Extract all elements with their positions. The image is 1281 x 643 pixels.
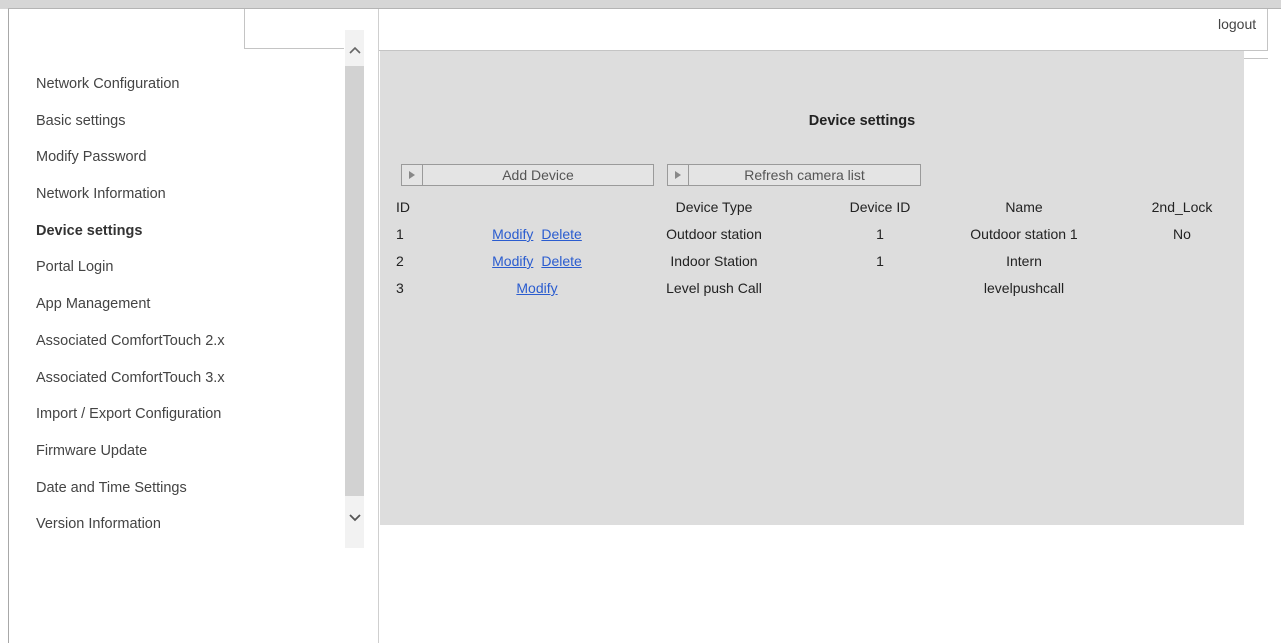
sidebar-item-basic-settings[interactable]: Basic settings xyxy=(36,110,336,147)
row-id: 3 xyxy=(396,280,404,296)
row-actions: Modify Delete xyxy=(474,226,600,242)
modify-link[interactable]: Modify xyxy=(492,226,533,242)
window-left-border xyxy=(8,9,9,643)
sidebar-item-network-information[interactable]: Network Information xyxy=(36,183,336,220)
header-2nd-lock: 2nd_Lock xyxy=(1151,199,1213,215)
chevron-up-icon[interactable] xyxy=(345,40,364,60)
sidebar-divider xyxy=(378,9,379,643)
sidebar-item-modify-password[interactable]: Modify Password xyxy=(36,146,336,183)
chevron-down-icon[interactable] xyxy=(345,508,364,528)
refresh-camera-list-button[interactable]: Refresh camera list xyxy=(667,164,921,186)
sidebar-item-import-export[interactable]: Import / Export Configuration xyxy=(36,403,336,440)
play-arrow-icon xyxy=(402,165,423,185)
play-arrow-icon xyxy=(668,165,689,185)
row-name: Intern xyxy=(1006,253,1042,269)
top-tab-divider xyxy=(244,9,245,49)
sidebar-scrollbar-thumb[interactable] xyxy=(345,66,364,496)
row-device-id: 1 xyxy=(876,253,884,269)
row-device-type: Indoor Station xyxy=(670,253,758,269)
device-table: ID Device Type Device ID Name 2nd_Lock 1… xyxy=(380,196,1244,304)
add-device-label: Add Device xyxy=(502,167,574,183)
sidebar-item-firmware-update[interactable]: Firmware Update xyxy=(36,440,336,477)
row-name: levelpushcall xyxy=(983,280,1065,296)
sidebar-item-version-information[interactable]: Version Information xyxy=(36,513,336,550)
header-name: Name xyxy=(1005,199,1043,215)
header-device-type: Device Type xyxy=(675,199,753,215)
row-device-type: Outdoor station xyxy=(666,226,762,242)
delete-link[interactable]: Delete xyxy=(541,253,581,269)
table-header-row: ID Device Type Device ID Name 2nd_Lock xyxy=(380,196,1244,223)
row-actions: Modify xyxy=(474,280,600,296)
table-row: 2 Modify Delete Indoor Station 1 Intern xyxy=(380,250,1244,277)
add-device-button[interactable]: Add Device xyxy=(401,164,654,186)
sidebar-item-date-time[interactable]: Date and Time Settings xyxy=(36,477,336,514)
sidebar-nav: Network Configuration Basic settings Mod… xyxy=(36,73,336,550)
top-tab-underline xyxy=(244,48,344,49)
table-row: 1 Modify Delete Outdoor station 1 Outdoor… xyxy=(380,223,1244,250)
row-actions: Modify Delete xyxy=(474,253,600,269)
sidebar-item-portal-login[interactable]: Portal Login xyxy=(36,256,336,293)
window-top-border xyxy=(8,8,1281,9)
sidebar-item-app-management[interactable]: App Management xyxy=(36,293,336,330)
sidebar-item-device-settings[interactable]: Device settings xyxy=(36,220,336,257)
refresh-camera-list-label: Refresh camera list xyxy=(744,167,865,183)
row-2nd-lock: No xyxy=(1173,226,1191,242)
sidebar-item-network-configuration[interactable]: Network Configuration xyxy=(36,73,336,110)
page-title: Device settings xyxy=(808,113,916,129)
row-device-type: Level push Call xyxy=(666,280,762,296)
sidebar-item-comforttouch-3x[interactable]: Associated ComfortTouch 3.x xyxy=(36,367,336,404)
header-right-underline xyxy=(1244,58,1268,59)
row-name: Outdoor station 1 xyxy=(970,226,1078,242)
modify-link[interactable]: Modify xyxy=(492,253,533,269)
header-device-id: Device ID xyxy=(849,199,911,215)
header-id: ID xyxy=(396,199,410,215)
delete-link[interactable]: Delete xyxy=(541,226,581,242)
logout-link[interactable]: logout xyxy=(1218,16,1256,32)
modify-link[interactable]: Modify xyxy=(516,280,557,296)
header-right-border xyxy=(1267,9,1268,51)
table-row: 3 Modify Level push Call levelpushcall xyxy=(380,277,1244,304)
row-id: 2 xyxy=(396,253,404,269)
row-id: 1 xyxy=(396,226,404,242)
sidebar-item-comforttouch-2x[interactable]: Associated ComfortTouch 2.x xyxy=(36,330,336,367)
row-device-id: 1 xyxy=(876,226,884,242)
